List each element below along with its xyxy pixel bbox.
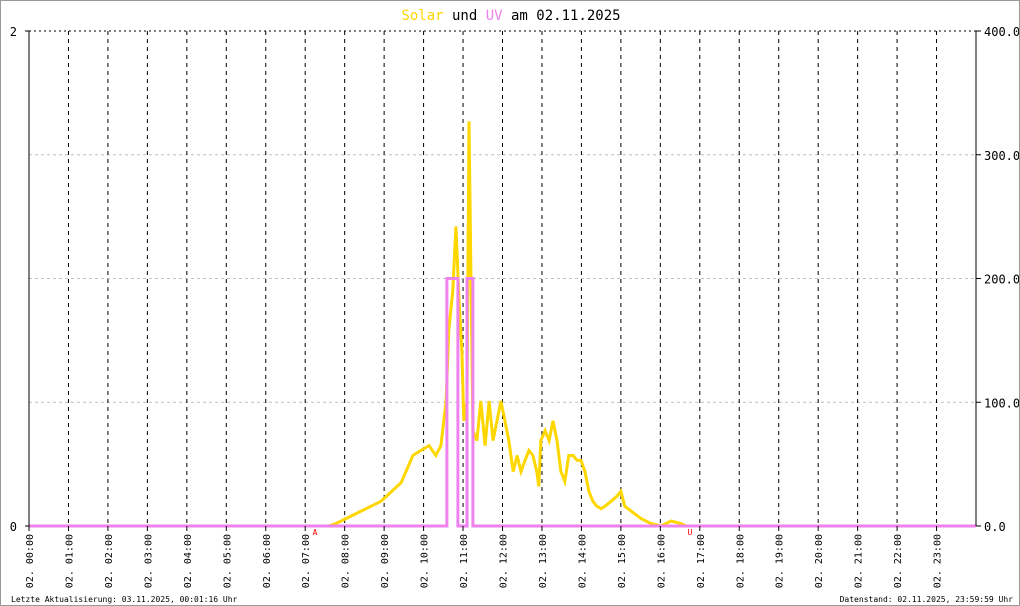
- x-tick-label: 02. 22:00: [893, 534, 904, 588]
- x-tick-label: 02. 05:00: [222, 534, 233, 588]
- x-tick-label: 02. 21:00: [854, 534, 865, 588]
- x-tick-label: 02. 16:00: [656, 534, 667, 588]
- title-solar: Solar: [401, 8, 443, 24]
- left-tick-label: 0: [10, 520, 17, 534]
- title-date: am 02.11.2025: [503, 8, 621, 24]
- x-tick-label: 02. 17:00: [696, 534, 707, 588]
- x-tick-label: 02. 10:00: [420, 534, 431, 588]
- sunrise-marker: A: [313, 528, 318, 537]
- left-tick-label: 2: [10, 25, 17, 39]
- x-tick-label: 02. 00:00: [25, 534, 36, 588]
- data-status-text: Datenstand: 02.11.2025, 23:59:59 Uhr: [840, 595, 1014, 604]
- right-tick-label: 400.0: [984, 25, 1020, 39]
- x-tick-label: 02. 20:00: [814, 534, 825, 588]
- chart-frame: Solar und UV am 02.11.2025 0.0 100.0 200.0…: [0, 0, 1020, 606]
- right-tick-label: 300.0: [984, 149, 1020, 163]
- sunset-marker: U: [688, 528, 693, 537]
- x-tick-label: 02. 23:00: [933, 534, 944, 588]
- x-tick-label: 02. 03:00: [143, 534, 154, 588]
- x-tick-label: 02. 12:00: [499, 534, 510, 588]
- x-tick-label: 02. 15:00: [617, 534, 628, 588]
- x-tick-label: 02. 07:00: [301, 534, 312, 588]
- x-tick-label: 02. 11:00: [459, 534, 470, 588]
- title-uv: UV: [486, 8, 503, 24]
- right-tick-label: 0.0: [984, 520, 1006, 534]
- right-tick-label: 200.0: [984, 273, 1020, 287]
- x-tick-label: 02. 09:00: [380, 534, 391, 588]
- right-tick-label: 100.0: [984, 396, 1020, 410]
- x-tick-label: 02. 13:00: [538, 534, 549, 588]
- last-update-text: Letzte Aktualisierung: 03.11.2025, 00:01…: [11, 595, 238, 604]
- x-tick-label: 02. 01:00: [64, 534, 75, 588]
- x-tick-label: 02. 14:00: [577, 534, 588, 588]
- chart-title: Solar und UV am 02.11.2025: [401, 8, 620, 24]
- solar-uv-chart: Solar und UV am 02.11.2025 0.0 100.0 200.0…: [10, 8, 1020, 604]
- x-tick-label: 02. 18:00: [735, 534, 746, 588]
- x-tick-label: 02. 04:00: [183, 534, 194, 588]
- title-und: und: [444, 8, 486, 24]
- x-tick-label: 02. 06:00: [262, 534, 273, 588]
- x-tick-label: 02. 19:00: [775, 534, 786, 588]
- x-tick-label: 02. 02:00: [104, 534, 115, 588]
- x-tick-label: 02. 08:00: [341, 534, 352, 588]
